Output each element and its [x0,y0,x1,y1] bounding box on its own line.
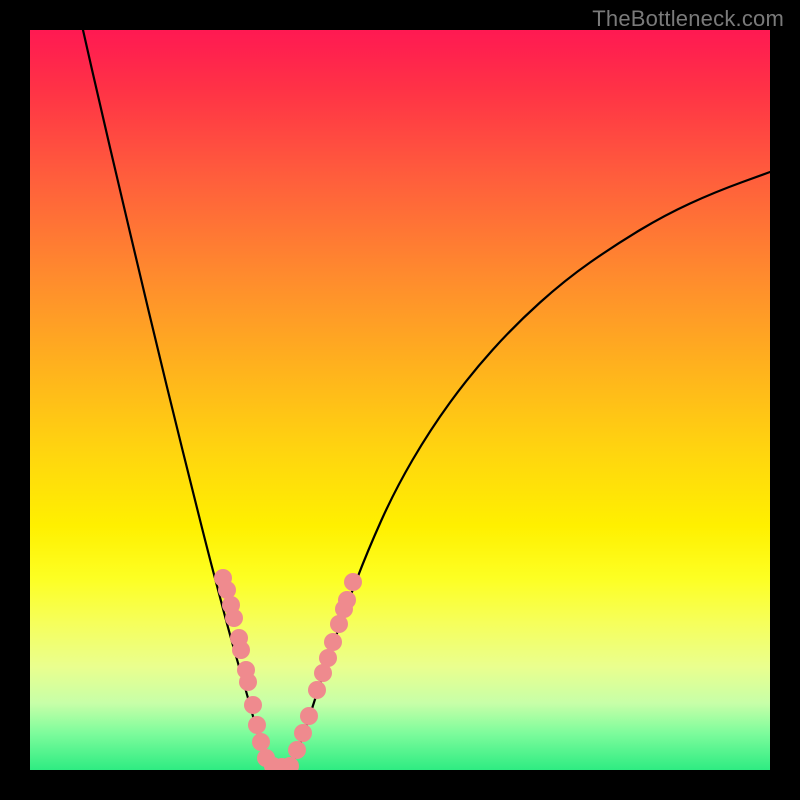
chart-svg [30,30,770,770]
data-marker [239,673,257,691]
data-marker [308,681,326,699]
data-marker [252,733,270,751]
data-marker [225,609,243,627]
data-marker [244,696,262,714]
marker-layer [214,569,362,770]
curve-right-branch [290,172,770,770]
data-marker [324,633,342,651]
data-marker [319,649,337,667]
watermark-text: TheBottleneck.com [592,6,784,32]
data-marker [294,724,312,742]
data-marker [288,741,306,759]
data-marker [248,716,266,734]
data-marker [232,641,250,659]
data-marker [300,707,318,725]
data-marker [344,573,362,591]
curve-layer [83,30,770,770]
data-marker [338,591,356,609]
curve-left-branch [83,30,270,770]
chart-plot-area [30,30,770,770]
